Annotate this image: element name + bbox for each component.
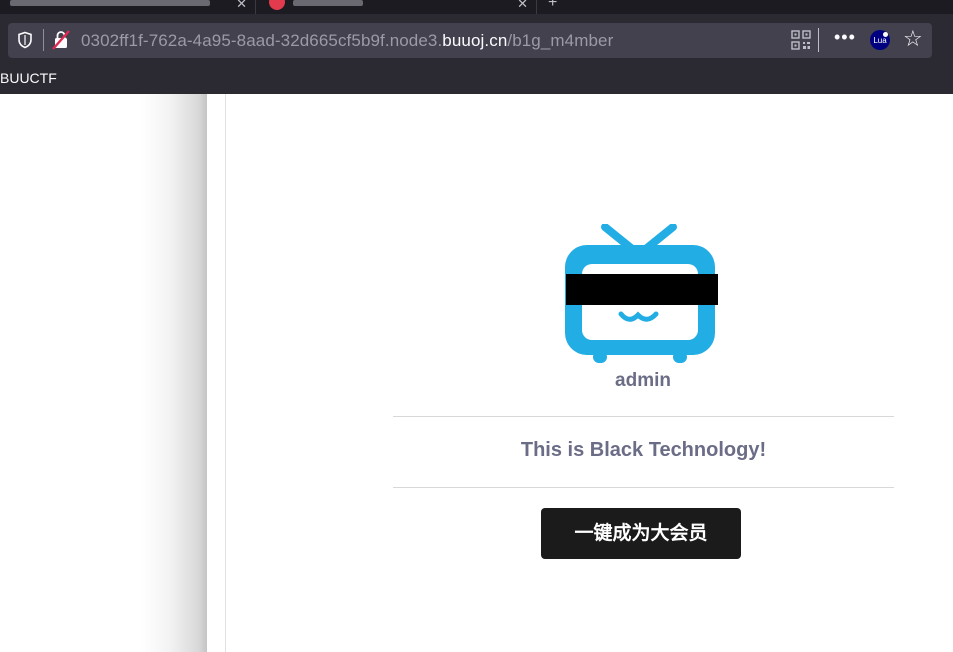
black-technology-message: This is Black Technology!: [520, 439, 767, 461]
browser-tab-2[interactable]: ✕: [257, 0, 537, 14]
url-text[interactable]: 0302ff1f-762a-4a95-8aad-32d665cf5b9f.nod…: [81, 31, 613, 51]
new-tab-icon[interactable]: +: [548, 0, 557, 12]
url-prefix: 0302ff1f-762a-4a95-8aad-32d665cf5b9f.nod…: [81, 31, 443, 50]
bookmark-star-icon[interactable]: ☆: [903, 27, 923, 51]
shield-icon[interactable]: [16, 31, 34, 49]
sidebar-shadow: [0, 94, 207, 652]
page-viewport: admin This is Black Technology! 一键成为大会员: [0, 94, 953, 652]
bookmarks-toolbar: BUUCTF: [0, 66, 953, 94]
close-tab-icon[interactable]: ✕: [236, 0, 247, 12]
navigation-toolbar: 0302ff1f-762a-4a95-8aad-32d665cf5b9f.nod…: [0, 14, 953, 66]
tab-strip: ✕ ✕ +: [0, 0, 953, 14]
username: admin: [615, 370, 671, 391]
insecure-lock-icon[interactable]: [52, 30, 70, 50]
browser-tab-1[interactable]: ✕: [0, 0, 256, 14]
tab-title-redacted: [293, 0, 363, 6]
address-bar[interactable]: 0302ff1f-762a-4a95-8aad-32d665cf5b9f.nod…: [8, 23, 932, 58]
url-path: /b1g_m4mber: [507, 31, 614, 50]
url-host: buuoj.cn: [442, 31, 508, 50]
more-icon[interactable]: •••: [834, 27, 856, 48]
become-vip-button[interactable]: 一键成为大会员: [541, 508, 741, 559]
redaction-bar: [566, 274, 718, 305]
divider: [393, 487, 894, 488]
content-border: [225, 94, 226, 652]
address-bar-separator: [818, 28, 819, 52]
address-bar-separator: [43, 29, 44, 51]
bookmark-buuctf[interactable]: BUUCTF: [0, 70, 57, 86]
tab-title-redacted: [10, 0, 210, 6]
tab-favicon-icon: [269, 0, 285, 10]
qr-code-icon[interactable]: [791, 30, 811, 50]
lua-extension-icon[interactable]: Lua: [870, 30, 890, 50]
close-tab-icon[interactable]: ✕: [517, 0, 528, 12]
divider: [393, 416, 894, 417]
